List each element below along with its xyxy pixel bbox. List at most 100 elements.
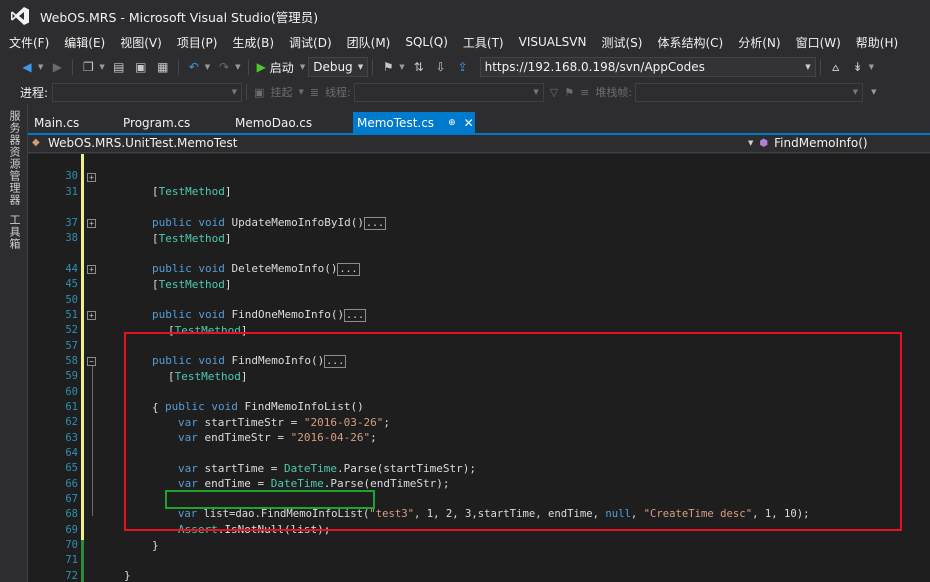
expand-outline-icon[interactable]: + (87, 173, 96, 182)
chevron-down-icon[interactable]: ▼ (38, 63, 43, 71)
thread-icon: ≣ (309, 85, 320, 99)
svn-url-value: https://192.168.0.198/svn/AppCodes (484, 60, 705, 74)
window-title: WebOS.MRS - Microsoft Visual Studio(管理员) (40, 9, 319, 25)
menu-architecture[interactable]: 体系结构(C) (657, 34, 723, 51)
collapse-outline-icon[interactable]: − (87, 357, 96, 366)
menu-project[interactable]: 项目(P) (177, 34, 218, 51)
menu-build[interactable]: 生成(B) (232, 34, 274, 51)
menu-tools[interactable]: 工具(T) (463, 34, 504, 51)
member-dropdown[interactable]: ▼ ⬢ FindMemoInfo() (748, 136, 868, 150)
suspend-label[interactable]: 挂起 (270, 84, 292, 100)
toolbar-divider (819, 59, 821, 75)
chevron-down-icon[interactable]: ▼ (399, 63, 404, 71)
menu-bar: 文件(F) 编辑(E) 视图(V) 项目(P) 生成(B) 调试(D) 团队(M… (0, 32, 930, 52)
chevron-down-icon: ▼ (805, 63, 811, 71)
chevron-down-icon: ▼ (748, 139, 754, 147)
tab-program-cs[interactable]: Program.cs (119, 112, 209, 134)
save-all-icon[interactable]: ▦ (154, 58, 172, 76)
code-line: 30 [TestMethod] (28, 154, 930, 198)
toolbox-tab[interactable]: 工具箱 (6, 214, 22, 250)
chevron-down-icon[interactable]: ▼ (871, 88, 876, 96)
svn-update-icon[interactable]: ⇅ (410, 58, 428, 76)
code-line: 73 (28, 569, 930, 582)
menu-window[interactable]: 窗口(W) (796, 34, 841, 51)
debug-location-toolbar: 进程: ▼ ▣ 挂起 ▼ ≣ 线程: ▼ ▽ ⚑ ≡ 堆栈帧: ▼ ▼ (0, 80, 930, 104)
attribute-name: TestMethod (158, 232, 225, 245)
chevron-down-icon: ▼ (852, 87, 859, 96)
tab-main-cs[interactable]: Main.cs (30, 112, 100, 134)
thread-select[interactable]: ▼ (353, 82, 544, 102)
solution-configuration-value: Debug (313, 60, 353, 74)
process-label: 进程: (20, 85, 49, 100)
member-name: FindMemoInfo() (774, 136, 868, 150)
menu-analyze[interactable]: 分析(N) (738, 34, 780, 51)
visual-studio-logo-icon (11, 7, 29, 25)
green-highlight-box (165, 490, 375, 509)
pin-icon[interactable]: ⊕ (448, 118, 456, 128)
attribute-name: TestMethod (158, 185, 225, 198)
chevron-down-icon[interactable]: ▼ (205, 63, 210, 71)
chevron-down-icon[interactable]: ▼ (300, 63, 305, 71)
menu-sql[interactable]: SQL(Q) (405, 35, 448, 49)
stack-frame-select[interactable]: ▼ (635, 82, 864, 102)
code-line: 31 + public void UpdateMemoInfoById()... (28, 170, 930, 230)
close-icon[interactable]: ✕ (464, 116, 474, 130)
filter-icon[interactable]: ▽ (550, 86, 558, 99)
code-editor[interactable]: 30 [TestMethod] 31 + public void UpdateM… (28, 154, 930, 582)
menu-edit[interactable]: 编辑(E) (64, 34, 105, 51)
new-project-icon[interactable]: ❐ (79, 58, 97, 76)
document-tab-strip: Main.cs Program.cs MemoDao.cs MemoTest.c… (28, 112, 930, 134)
menu-test[interactable]: 测试(S) (601, 34, 642, 51)
stack-icon: ≡ (580, 85, 590, 99)
code-line: 45 + public void FindOneMemoInfo()... (28, 262, 930, 322)
svn-url-select[interactable]: https://192.168.0.198/svn/AppCodes ▼ (479, 57, 816, 77)
code-navigation-bar: ◆ WebOS.MRS.UnitTest.MemoTest ▼ ⬢ FindMe… (28, 135, 930, 153)
solution-configuration-select[interactable]: Debug ▼ (308, 57, 369, 77)
attach-icon[interactable]: ⚑ (379, 58, 397, 76)
expand-outline-icon[interactable]: + (87, 265, 96, 274)
svn-commit-icon[interactable]: ⇪ (454, 58, 472, 76)
menu-help[interactable]: 帮助(H) (856, 34, 898, 51)
svn-download-icon[interactable]: ⇩ (432, 58, 450, 76)
toolbar-divider (72, 59, 74, 75)
process-select[interactable]: ▼ (52, 82, 243, 102)
chevron-down-icon[interactable]: ▼ (99, 63, 104, 71)
tab-memotest-cs[interactable]: MemoTest.cs ⊕ ✕ (353, 112, 475, 134)
flag-icon[interactable]: ⚑ (564, 86, 574, 99)
chevron-down-icon[interactable]: ▼ (869, 63, 874, 71)
play-icon: ▶ (256, 60, 266, 74)
svn-merge-icon[interactable]: ↡ (849, 58, 867, 76)
open-file-icon[interactable]: ▤ (110, 58, 128, 76)
chevron-down-icon[interactable]: ▼ (235, 63, 240, 71)
undo-icon[interactable]: ↶ (185, 58, 203, 76)
navigate-back-icon[interactable]: ◀ (18, 58, 36, 76)
tab-memodao-cs[interactable]: MemoDao.cs (231, 112, 331, 134)
expand-outline-icon[interactable]: + (87, 219, 96, 228)
class-icon: ◆ (32, 137, 40, 148)
chevron-down-icon: ▼ (357, 63, 364, 71)
tab-label: Program.cs (123, 116, 191, 130)
chevron-down-icon[interactable]: ▼ (298, 88, 303, 96)
method-icon: ⬢ (759, 137, 769, 149)
side-tool-tabs: 服务器资源管理器 工具箱 (0, 104, 28, 582)
menu-visualsvn[interactable]: VISUALSVN (519, 35, 587, 49)
menu-team[interactable]: 团队(M) (347, 34, 391, 51)
chevron-down-icon: ▼ (533, 87, 539, 96)
navigate-forward-icon[interactable]: ▶ (48, 58, 66, 76)
line-number: 38 (65, 232, 78, 244)
redo-icon[interactable]: ↷ (215, 58, 233, 76)
save-icon[interactable]: ▣ (132, 58, 150, 76)
menu-view[interactable]: 视图(V) (120, 34, 162, 51)
server-explorer-tab[interactable]: 服务器资源管理器 (6, 110, 22, 206)
class-dropdown[interactable]: ◆ WebOS.MRS.UnitTest.MemoTest (32, 136, 237, 150)
svn-branch-icon[interactable]: ⩟ (827, 58, 845, 76)
code-text: [TestMethod] (152, 185, 232, 198)
suspend-icon[interactable]: ▣ (254, 86, 264, 99)
start-debugging-button[interactable]: ▶ 启动 (257, 59, 294, 76)
menu-file[interactable]: 文件(F) (9, 34, 49, 51)
tab-label: Main.cs (34, 116, 80, 130)
expand-outline-icon[interactable]: + (87, 311, 96, 320)
code-line: 52 + public void FindMemoInfo()... (28, 308, 930, 368)
toolbar-divider (247, 59, 249, 75)
menu-debug[interactable]: 调试(D) (289, 34, 332, 51)
